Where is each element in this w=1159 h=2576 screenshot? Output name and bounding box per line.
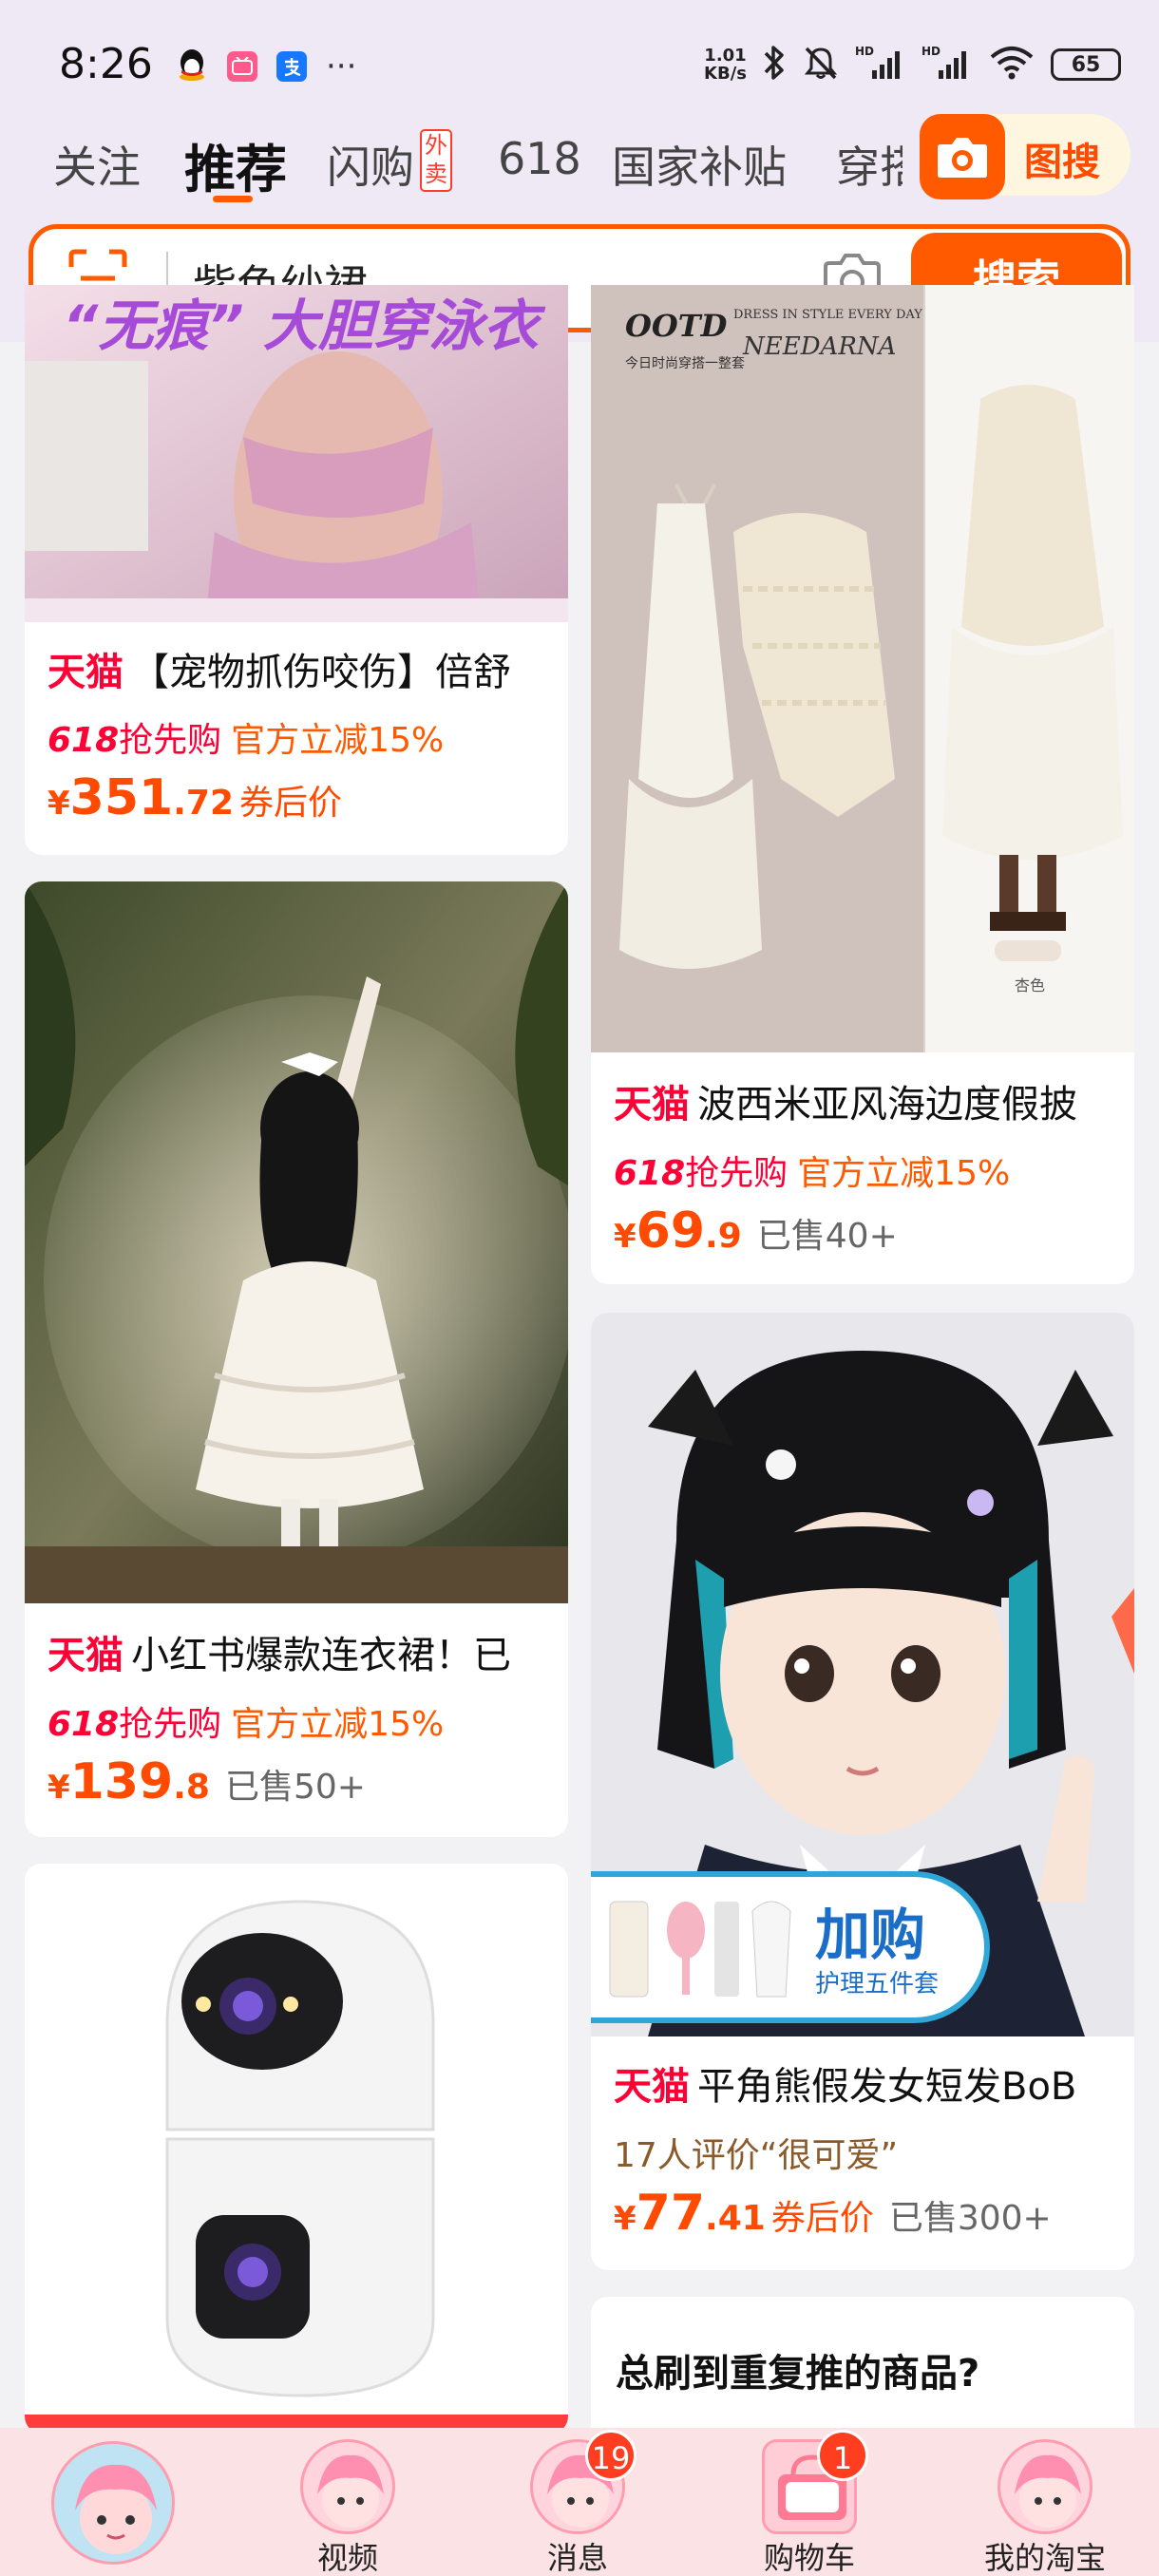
review-line-4: 17人评价“很可爱”	[614, 2136, 899, 2175]
waimai-badge: 外卖	[420, 129, 452, 192]
nav-cart-label: 购物车	[763, 2540, 855, 2576]
product-title-3: 天猫 小红书爆款连衣裙！已	[48, 1634, 511, 1677]
image-subtitle-cn: 今日时尚穿搭一整套	[625, 356, 745, 371]
clock: 8:26	[59, 40, 153, 88]
bottom-nav: 视频 19 消息 1 购物车 我的淘宝	[0, 2428, 1159, 2576]
price-row-1: ¥351.72 券后价	[48, 769, 343, 826]
add-cart-overlay: 加购 护理五件套	[591, 1871, 990, 2023]
category-tabs: 关注 推荐 闪购 外卖 618 国家补贴 穿搭 图搜	[0, 104, 1159, 218]
signal-hd-1-icon: HD	[855, 44, 906, 85]
nav-messages-label: 消息	[546, 2540, 608, 2576]
overlay-subtitle: 护理五件套	[815, 1970, 940, 1998]
image-search-label: 图搜	[1024, 141, 1100, 184]
price-row-2: ¥69.9 已售40+	[614, 1203, 898, 1260]
nav-video-label: 视频	[316, 2540, 378, 2576]
image-color-label: 杏色	[1015, 976, 1046, 994]
promo-line-1: 618抢先购 官方立减15%	[48, 721, 445, 760]
product-title-4: 天猫 平角熊假发女短发BoB	[614, 2065, 1077, 2109]
image-brand-text: OOTD	[625, 308, 728, 344]
nav-video[interactable]: 视频	[262, 2428, 433, 2576]
product-image-3	[25, 881, 568, 1603]
image-brand2-text: NEEDARNA	[743, 332, 897, 361]
image-subtitle-text: DRESS IN STYLE EVERY DAY	[733, 308, 922, 322]
mute-icon	[802, 44, 840, 85]
feedback-title: 总刷到重复推的商品?	[616, 2352, 980, 2396]
product-card-2[interactable]: OOTD DRESS IN STYLE EVERY DAY 今日时尚穿搭一整套 …	[591, 285, 1134, 1284]
alipay-app-icon	[276, 51, 307, 82]
tab-follow[interactable]: 关注	[53, 133, 141, 196]
nav-home[interactable]	[28, 2428, 200, 2576]
video-avatar-icon	[300, 2439, 395, 2534]
battery-indicator: 65	[1051, 48, 1121, 81]
wifi-icon	[988, 44, 1036, 85]
more-notifications-icon: ···	[326, 47, 357, 85]
home-avatar-icon	[51, 2441, 175, 2565]
nav-messages[interactable]: 19 消息	[492, 2428, 663, 2576]
tab-618[interactable]: 618	[498, 133, 581, 184]
messages-badge: 19	[585, 2430, 636, 2481]
tab-outfit[interactable]: 穿搭	[836, 133, 902, 196]
bluetooth-icon	[762, 44, 787, 85]
price-row-3: ¥139.8 已售50+	[48, 1753, 366, 1810]
product-card-3[interactable]: 天猫 小红书爆款连衣裙！已 618抢先购 官方立减15% ¥139.8 已售50+	[25, 881, 568, 1837]
system-icons: 1.01 KB/s HD HD 65	[704, 44, 1121, 85]
tab-flash-buy[interactable]: 闪购	[327, 133, 414, 196]
product-card-5[interactable]	[25, 1864, 568, 2434]
price-row-4: ¥77.41 券后价 已售300+	[614, 2185, 1052, 2242]
banner-text-1: “无痕” 大胆穿泳衣	[63, 294, 539, 358]
image-search-button[interactable]: 图搜	[920, 114, 1130, 199]
promo-line-3: 618抢先购 官方立减15%	[48, 1705, 445, 1744]
active-tab-indicator	[213, 196, 253, 202]
tab-recommend[interactable]: 推荐	[184, 127, 287, 202]
tab-national-subsidy[interactable]: 国家补贴	[612, 133, 787, 196]
product-title-2: 天猫 波西米亚风海边度假披	[614, 1083, 1077, 1127]
promo-line-2: 618抢先购 官方立减15%	[614, 1154, 1011, 1193]
video-app-icon	[227, 51, 257, 82]
svg-text:HD: HD	[922, 45, 940, 58]
product-card-4[interactable]: 加购 护理五件套 天猫 平角熊假发女短发BoB 17人评价“很可爱” ¥77.41…	[591, 1313, 1134, 2270]
signal-hd-2-icon: HD	[922, 44, 973, 85]
my-taobao-avatar-icon	[998, 2439, 1092, 2534]
cart-badge: 1	[817, 2430, 868, 2481]
nav-my-taobao-label: 我的淘宝	[983, 2540, 1106, 2576]
overlay-title: 加购	[815, 1903, 926, 1967]
notification-icons: ···	[176, 47, 356, 85]
camera-icon	[920, 114, 1005, 199]
product-image-5	[25, 1864, 568, 2434]
product-image-2	[591, 285, 1134, 1052]
svg-text:HD: HD	[855, 45, 874, 58]
nav-cart[interactable]: 1 购物车	[724, 2428, 895, 2576]
product-card-1[interactable]: “无痕” 大胆穿泳衣 天猫 【宠物抓伤咬伤】倍舒 618抢先购 官方立减15% ¥3…	[25, 285, 568, 855]
network-speed: 1.01 KB/s	[704, 46, 747, 84]
penguin-app-icon	[176, 47, 208, 85]
nav-my-taobao[interactable]: 我的淘宝	[960, 2428, 1130, 2576]
product-title-1: 天猫 【宠物抓伤咬伤】倍舒	[48, 651, 511, 694]
